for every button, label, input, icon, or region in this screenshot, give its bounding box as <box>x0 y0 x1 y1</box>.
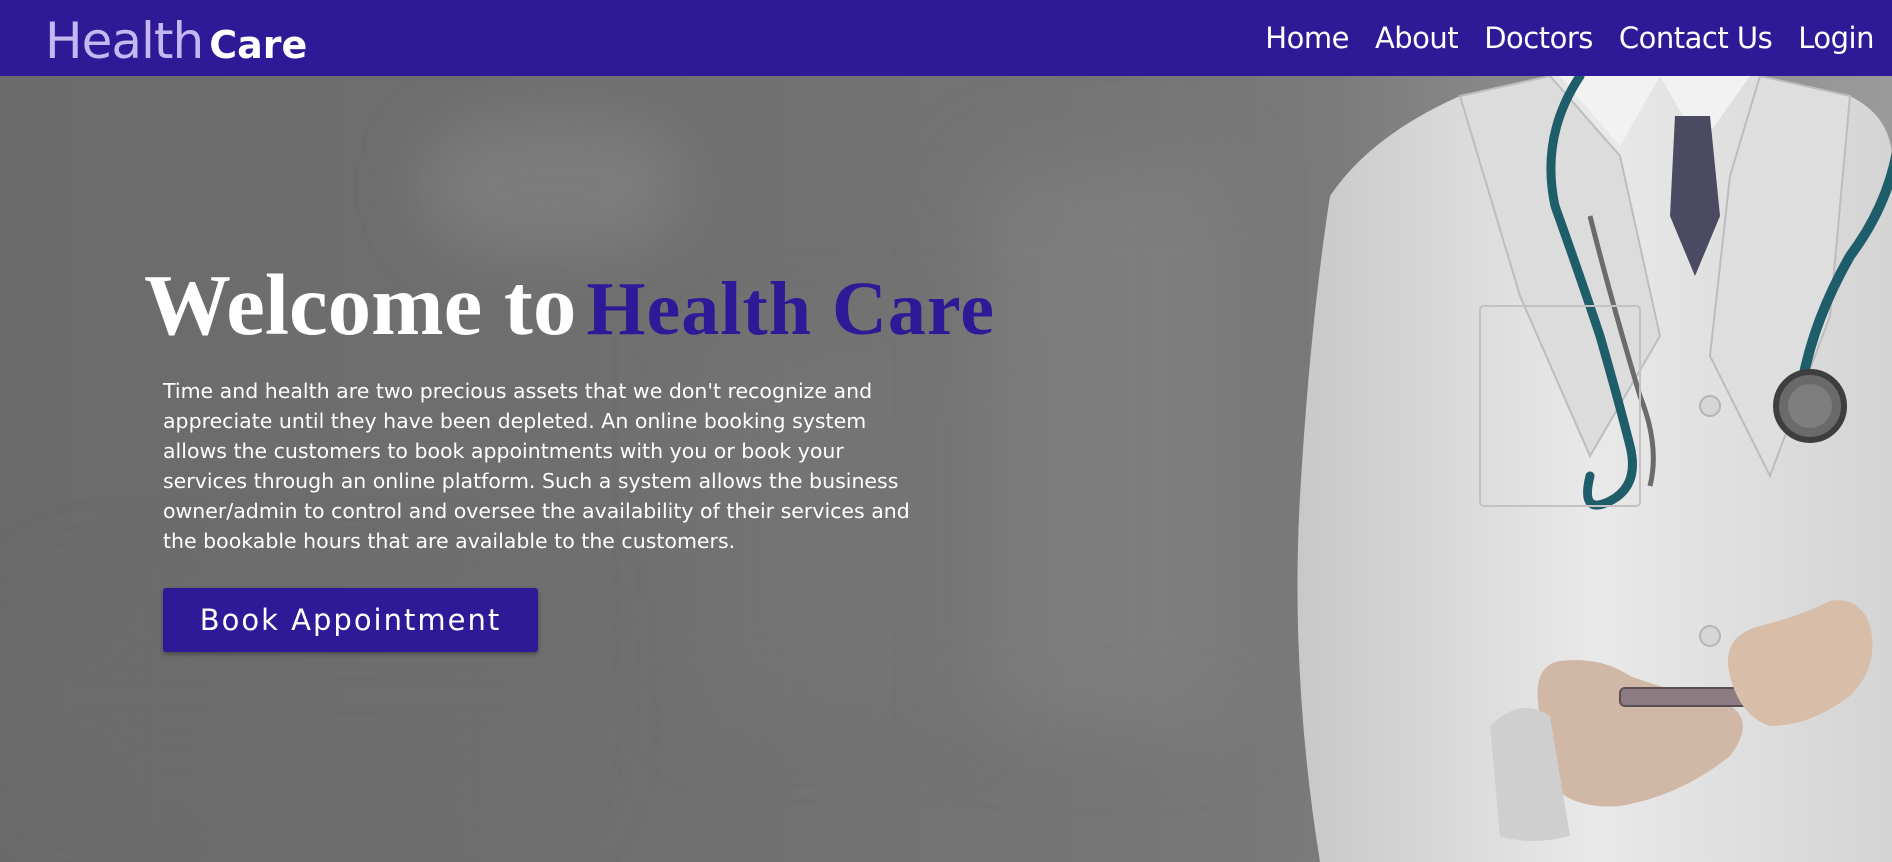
hero-title-brand: Health Care <box>586 267 995 351</box>
background-blur <box>420 116 680 256</box>
coat-button <box>1699 625 1721 647</box>
hero-section: Welcome to Health Care Time and health ar… <box>0 76 1892 862</box>
nav-link-doctors[interactable]: Doctors <box>1484 21 1593 55</box>
hero-title: Welcome to Health Care <box>144 254 995 355</box>
navbar: Health Care Home About Doctors Contact Us… <box>0 0 1892 76</box>
coat-button <box>1699 395 1721 417</box>
nav-link-home[interactable]: Home <box>1265 21 1349 55</box>
nav-links: Home About Doctors Contact Us Login <box>1265 0 1874 76</box>
nav-link-about[interactable]: About <box>1375 21 1459 55</box>
brand-logo[interactable]: Health Care <box>45 12 307 70</box>
doctor-background-image <box>1297 76 1892 862</box>
brand-name-bold: Care <box>209 23 308 67</box>
nav-link-contact-us[interactable]: Contact Us <box>1619 21 1773 55</box>
nav-link-login[interactable]: Login <box>1798 21 1874 55</box>
book-appointment-button[interactable]: Book Appointment <box>163 588 538 652</box>
hero-description: Time and health are two precious assets … <box>163 379 910 553</box>
brand-name-light: Health <box>45 12 204 70</box>
background-blur <box>980 166 1220 726</box>
hero-title-welcome: Welcome to <box>144 256 577 353</box>
